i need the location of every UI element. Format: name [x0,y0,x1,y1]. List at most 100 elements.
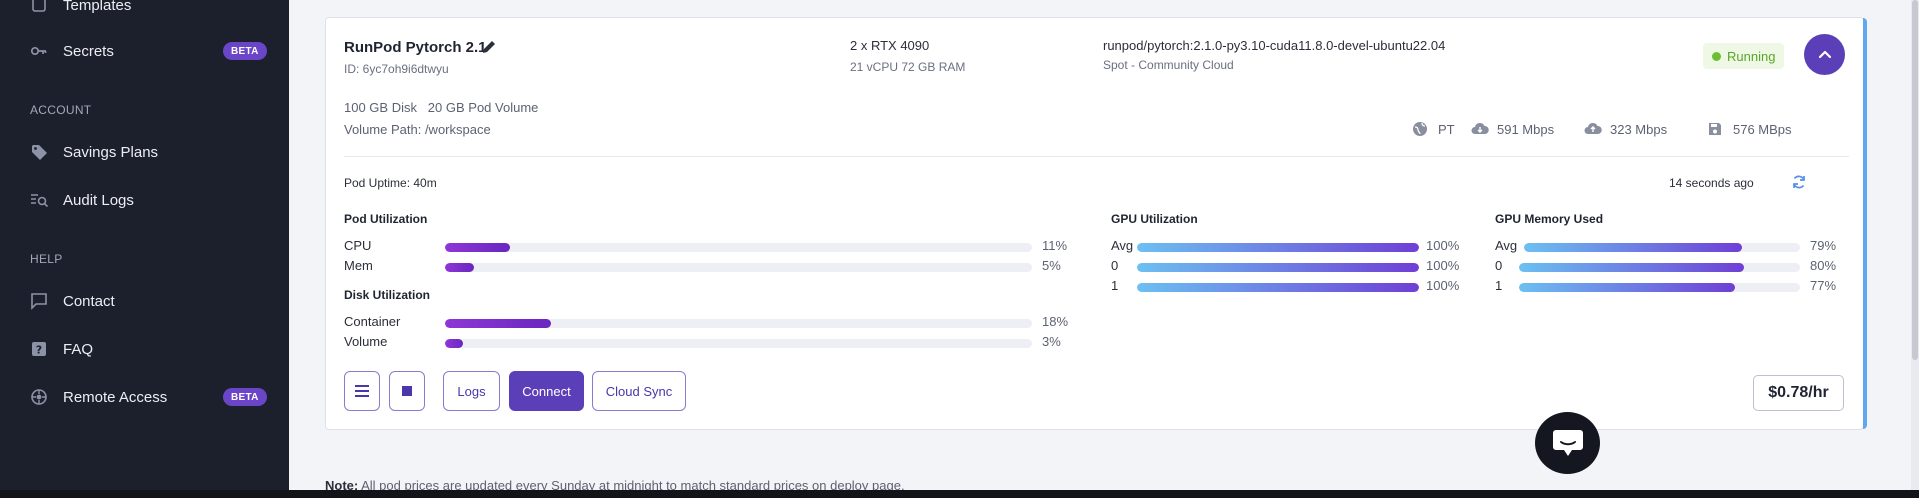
cloud-type: Spot - Community Cloud [1103,58,1234,72]
pod-uptime: Pod Uptime: 40m [344,176,437,190]
container-image: runpod/pytorch:2.1.0-py3.10-cuda11.8.0-d… [1103,38,1446,53]
region-info: PT [1412,121,1455,137]
gpu-memory-title: GPU Memory Used [1495,212,1604,226]
template-icon [30,0,48,14]
container-bar [445,319,1032,328]
connect-button[interactable]: Connect [509,371,584,411]
cpu-label: CPU [344,238,372,253]
gpu-mem-0-label: 0 [1495,258,1503,273]
save-disk-icon [1707,121,1723,137]
main-content: RunPod Pytorch 2.1 ID: 6yc7oh9i6dtwyu 2 … [289,0,1919,498]
sidebar-item-label: Contact [63,292,115,310]
pod-utilization-title: Pod Utilization [344,212,428,226]
gpu-util-1-fill [1137,283,1419,292]
download-speed: 591 Mbps [1471,121,1554,137]
stop-button[interactable] [389,371,425,411]
sidebar-item-audit-logs[interactable]: Audit Logs [30,186,134,214]
mem-label: Mem [344,258,373,273]
hamburger-icon [355,385,369,397]
cloud-download-icon [1471,121,1489,137]
container-percent: 18% [1042,314,1069,329]
chat-launcher-button[interactable] [1535,412,1600,474]
gpu-util-0-bar [1137,263,1419,272]
section-account: ACCOUNT [30,103,92,117]
collapse-button[interactable] [1804,34,1845,75]
scrollbar-thumb[interactable] [1912,0,1918,360]
upload-speed: 323 Mbps [1584,121,1667,137]
stop-square-icon [402,386,412,396]
disk-speed-label: 576 MBps [1733,121,1792,137]
gpu-mem-1-fill [1519,283,1736,292]
last-updated: 14 seconds ago [1669,176,1754,190]
disk-speed: 576 MBps [1707,121,1792,137]
mem-bar [445,263,1032,272]
gpu-mem-0-bar [1519,263,1800,272]
sidebar-item-secrets[interactable]: Secrets [30,37,114,65]
disk-info: 100 GB Disk 20 GB Pod Volume [344,100,539,115]
gpu-util-avg-fill [1137,243,1419,252]
cpu-bar-fill [445,243,510,252]
status-dot-icon [1712,51,1721,61]
gpu-mem-avg-fill [1524,243,1743,252]
edit-pencil-icon[interactable] [481,39,497,55]
gpu-mem-0-fill [1519,263,1744,272]
refresh-icon[interactable] [1791,174,1807,190]
gpu-mem-1-label: 1 [1495,278,1503,293]
sidebar-item-label: Audit Logs [63,191,134,209]
sidebar-item-label: Templates [63,0,132,14]
svg-text:?: ? [36,344,42,357]
taskbar-edge [0,490,1919,498]
status-badge: Running [1703,43,1785,69]
card-accent-bar [1863,18,1867,429]
gpu-util-1-label: 1 [1111,278,1119,293]
beta-badge: BETA [223,388,267,406]
cloud-sync-button[interactable]: Cloud Sync [592,371,686,411]
status-label: Running [1727,48,1776,64]
gpu-util-0-fill [1137,263,1419,272]
mem-bar-fill [445,263,475,272]
container-label: Container [344,314,401,329]
sidebar-item-templates[interactable]: Templates [30,0,131,19]
app-root: Templates Secrets BETA ACCOUNT Savings P… [0,0,1919,498]
cloud-upload-icon [1584,121,1602,137]
sidebar-item-faq[interactable]: ? FAQ [30,335,93,363]
gpu-spec: 2 x RTX 4090 [850,38,930,53]
gpu-mem-1-bar [1519,283,1800,292]
upload-label: 323 Mbps [1610,121,1668,137]
volume-path: Volume Path: /workspace [344,122,491,137]
gpu-util-1-bar [1137,283,1419,292]
beta-badge: BETA [223,42,267,60]
gpu-mem-avg-label: Avg [1495,238,1518,253]
chat-bubble-icon [30,292,48,310]
gpu-util-avg-label: Avg [1111,238,1134,253]
tag-icon [30,143,48,161]
logs-button[interactable]: Logs [443,371,500,411]
section-help: HELP [30,252,63,266]
menu-button[interactable] [344,371,380,411]
gpu-mem-avg-bar [1524,243,1800,252]
pod-card: RunPod Pytorch 2.1 ID: 6yc7oh9i6dtwyu 2 … [325,17,1867,430]
sidebar-item-contact[interactable]: Contact [30,287,115,315]
gpu-mem-0-percent: 80% [1810,258,1837,273]
sidebar-item-label: Secrets [63,42,114,60]
volume-label: Volume [344,334,388,349]
cpu-percent: 11% [1042,238,1068,253]
key-icon [30,42,48,60]
chevron-up-icon [1818,50,1831,58]
region-label: PT [1438,121,1455,137]
scrollbar[interactable] [1911,0,1919,498]
sidebar-item-remote-access[interactable]: Remote Access [30,383,167,411]
gpu-mem-1-percent: 77% [1810,278,1837,293]
gpu-utilization-title: GPU Utilization [1111,212,1198,226]
audit-log-icon [30,191,48,209]
mem-percent: 5% [1042,258,1061,273]
volume-bar-fill [445,339,463,348]
sidebar-item-label: Savings Plans [63,143,159,161]
sidebar-item-label: Remote Access [63,388,168,406]
volume-percent: 3% [1042,334,1061,349]
sidebar-item-savings-plans[interactable]: Savings Plans [30,138,158,166]
gpu-util-0-label: 0 [1111,258,1119,273]
pod-id: ID: 6yc7oh9i6dtwyu [344,62,449,76]
price-badge: $0.78/hr [1753,375,1844,411]
gpu-util-1-percent: 100% [1426,278,1460,293]
